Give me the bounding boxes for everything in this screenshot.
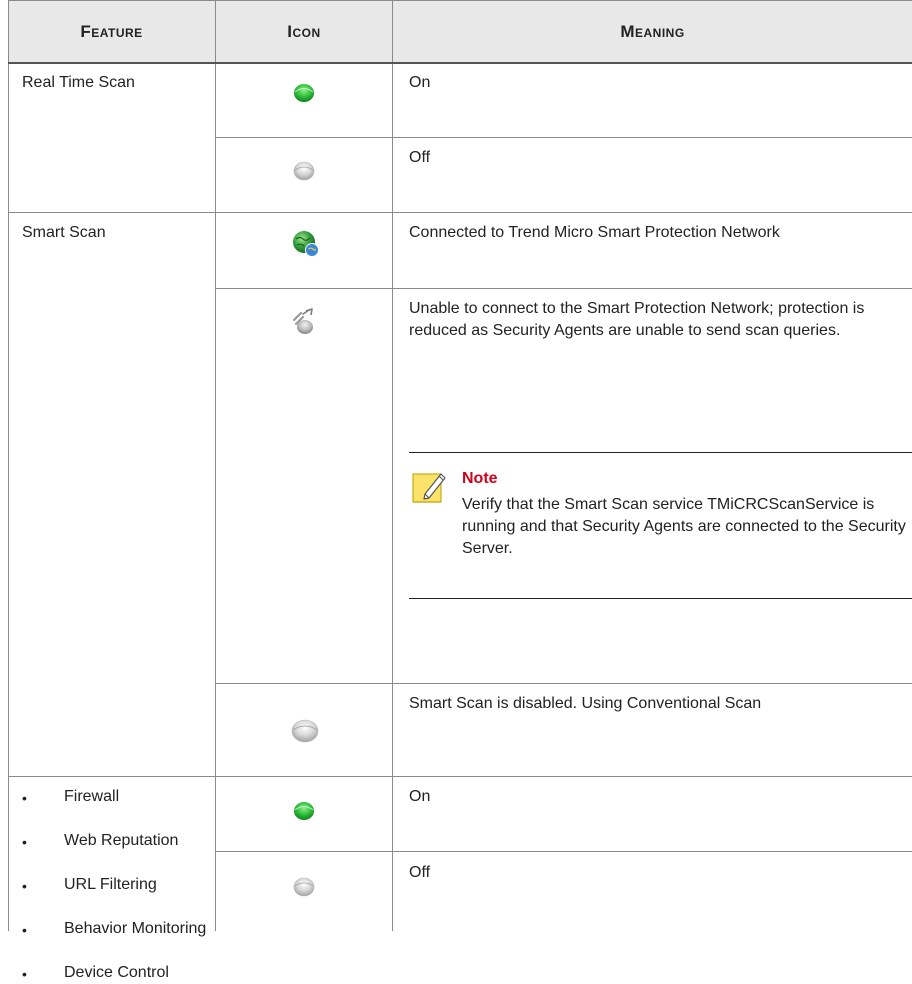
- green-dot-icon: [294, 802, 314, 820]
- meaning-on: On: [409, 788, 431, 805]
- bullet-icon: •: [22, 878, 27, 894]
- note-pencil-icon: [412, 473, 446, 503]
- header-divider: [8, 62, 912, 64]
- gray-dot-icon: [291, 719, 319, 743]
- meaning-on: On: [409, 74, 431, 91]
- meaning-smart-scan-disabled: Smart Scan is disabled. Using Convention…: [409, 695, 762, 712]
- gray-dot-icon: [293, 161, 315, 181]
- feature-firewall: Firewall: [64, 788, 120, 805]
- disconnected-icon: [292, 308, 313, 334]
- feature-behavior-monitoring: Behavior Monitoring: [64, 920, 207, 937]
- row-divider: [216, 137, 912, 138]
- header-icon: Icon: [287, 22, 321, 41]
- feature-smart-scan: Smart Scan: [22, 224, 106, 241]
- column-divider-1: [215, 0, 216, 931]
- bullet-icon: •: [22, 966, 27, 982]
- row-divider: [216, 851, 912, 852]
- meaning-off: Off: [409, 149, 431, 166]
- row-divider: [216, 288, 912, 289]
- table-border-top: [8, 0, 912, 1]
- column-divider-2: [392, 0, 393, 931]
- meaning-unable-to-connect: Unable to connect to the Smart Protectio…: [409, 300, 865, 339]
- feature-device-control: Device Control: [64, 964, 169, 981]
- green-dot-icon: [294, 84, 314, 102]
- bullet-icon: •: [22, 834, 27, 850]
- header-feature: Feature: [80, 22, 143, 41]
- bullet-icon: •: [22, 790, 27, 806]
- meaning-connected: Connected to Trend Micro Smart Protectio…: [409, 224, 780, 241]
- group-divider: [8, 776, 912, 777]
- note-text: Verify that the Smart Scan service TMiCR…: [462, 496, 906, 557]
- globe-connected-icon: [293, 231, 319, 257]
- feature-real-time-scan: Real Time Scan: [22, 74, 135, 91]
- gray-dot-icon: [293, 877, 315, 897]
- feature-web-reputation: Web Reputation: [64, 832, 179, 849]
- note-top-rule: [409, 452, 912, 453]
- group-divider: [8, 212, 912, 213]
- note-title: Note: [462, 470, 498, 487]
- note-bottom-rule: [409, 598, 912, 599]
- meaning-off: Off: [409, 864, 431, 881]
- status-icon-table: Feature Icon Meaning Real Time Scan On O…: [0, 0, 912, 982]
- row-divider: [216, 683, 912, 684]
- table-border-left: [8, 0, 9, 931]
- bullet-icon: •: [22, 922, 27, 938]
- header-meaning: Meaning: [620, 22, 685, 41]
- feature-url-filtering: URL Filtering: [64, 876, 157, 893]
